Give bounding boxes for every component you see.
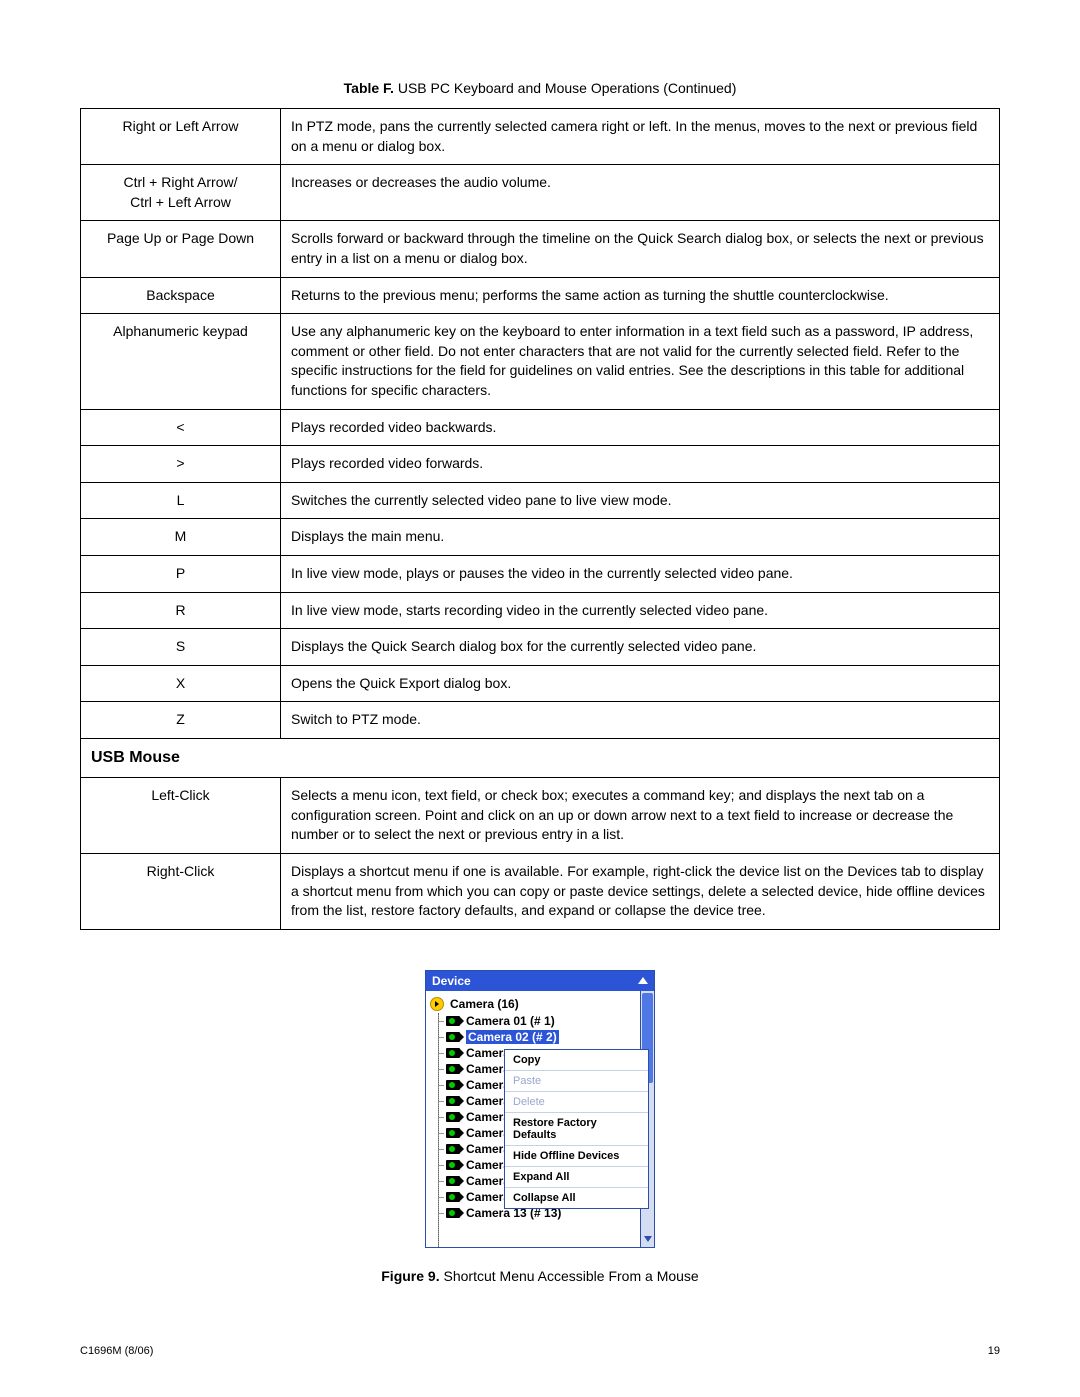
footer-page-number: 19 [988, 1345, 1000, 1357]
operations-table: Right or Left ArrowIn PTZ mode, pans the… [80, 108, 1000, 930]
context-menu: CopyPasteDeleteRestore Factory DefaultsH… [504, 1049, 649, 1209]
table-row: Right-ClickDisplays a shortcut menu if o… [81, 854, 1000, 930]
key-cell: M [81, 519, 281, 556]
table-row: RIn live view mode, starts recording vid… [81, 592, 1000, 629]
key-cell: Right or Left Arrow [81, 109, 281, 165]
context-menu-item[interactable]: Hide Offline Devices [505, 1146, 648, 1167]
table-row: XOpens the Quick Export dialog box. [81, 665, 1000, 702]
desc-cell: Plays recorded video forwards. [281, 446, 1000, 483]
context-menu-item[interactable]: Expand All [505, 1167, 648, 1188]
table-row: Alphanumeric keypadUse any alphanumeric … [81, 314, 1000, 409]
key-cell: Z [81, 702, 281, 739]
device-tree: Camera (16) Camera 01 (# 1) Camera 02 (# … [426, 991, 654, 1247]
context-menu-item: Delete [505, 1092, 648, 1113]
usb-mouse-header: USB Mouse [81, 738, 1000, 777]
camera-icon [446, 1048, 460, 1058]
tree-root-label: Camera (16) [450, 997, 519, 1011]
context-menu-item[interactable]: Copy [505, 1050, 648, 1071]
desc-cell: Returns to the previous menu; performs t… [281, 277, 1000, 314]
document-footer: C1696M (8/06) 19 [80, 1345, 1000, 1357]
key-cell: Alphanumeric keypad [81, 314, 281, 409]
device-panel: Device Camera (16) Camera 01 (# 1)Camera… [425, 970, 655, 1248]
figure-caption-text: Shortcut Menu Accessible From a Mouse [444, 1268, 699, 1284]
camera-icon [446, 1144, 460, 1154]
footer-doc-id: C1696M (8/06) [80, 1345, 153, 1357]
figure-caption: Figure 9. Shortcut Menu Accessible From … [80, 1268, 1000, 1284]
camera-icon [446, 1080, 460, 1090]
key-cell: Right-Click [81, 854, 281, 930]
table-row: MDisplays the main menu. [81, 519, 1000, 556]
context-menu-item: Paste [505, 1071, 648, 1092]
desc-cell: In live view mode, starts recording vide… [281, 592, 1000, 629]
desc-cell: Scrolls forward or backward through the … [281, 221, 1000, 277]
table-row: Ctrl + Right Arrow/ Ctrl + Left ArrowInc… [81, 165, 1000, 221]
key-cell: < [81, 409, 281, 446]
camera-icon [446, 1176, 460, 1186]
camera-icon [446, 1064, 460, 1074]
device-panel-header: Device [426, 971, 654, 991]
camera-group-icon [430, 997, 444, 1011]
table-row: <Plays recorded video backwards. [81, 409, 1000, 446]
key-cell: > [81, 446, 281, 483]
table-row: BackspaceReturns to the previous menu; p… [81, 277, 1000, 314]
desc-cell: Switches the currently selected video pa… [281, 482, 1000, 519]
key-cell: X [81, 665, 281, 702]
tree-item[interactable]: Camera 01 (# 1) [430, 1013, 650, 1029]
device-panel-title: Device [432, 974, 471, 988]
desc-cell: Plays recorded video backwards. [281, 409, 1000, 446]
desc-cell: In live view mode, plays or pauses the v… [281, 555, 1000, 592]
table-row: >Plays recorded video forwards. [81, 446, 1000, 483]
key-cell: P [81, 555, 281, 592]
camera-icon [446, 1208, 460, 1218]
desc-cell: Increases or decreases the audio volume. [281, 165, 1000, 221]
table-row: SDisplays the Quick Search dialog box fo… [81, 629, 1000, 666]
camera-icon [446, 1128, 460, 1138]
table-caption-label: Table F. [344, 80, 394, 96]
tree-root[interactable]: Camera (16) [430, 995, 650, 1013]
camera-icon [446, 1032, 460, 1042]
desc-cell: Selects a menu icon, text field, or chec… [281, 778, 1000, 854]
desc-cell: In PTZ mode, pans the currently selected… [281, 109, 1000, 165]
key-cell: Ctrl + Right Arrow/ Ctrl + Left Arrow [81, 165, 281, 221]
key-cell: Backspace [81, 277, 281, 314]
key-cell: S [81, 629, 281, 666]
camera-icon [446, 1016, 460, 1026]
scroll-up-icon[interactable] [638, 977, 648, 984]
table-row: LSwitches the currently selected video p… [81, 482, 1000, 519]
table-row: Page Up or Page DownScrolls forward or b… [81, 221, 1000, 277]
table-row: Left-ClickSelects a menu icon, text fiel… [81, 778, 1000, 854]
key-cell: Left-Click [81, 778, 281, 854]
tree-item[interactable]: Camera 02 (# 2) [430, 1029, 650, 1045]
table-caption-text: USB PC Keyboard and Mouse Operations (Co… [398, 80, 737, 96]
table-caption: Table F. USB PC Keyboard and Mouse Opera… [80, 80, 1000, 96]
tree-item-label: Camera 02 (# 2) [466, 1030, 559, 1044]
desc-cell: Displays a shortcut menu if one is avail… [281, 854, 1000, 930]
tree-item-label: Camera 01 (# 1) [466, 1014, 555, 1028]
key-cell: L [81, 482, 281, 519]
desc-cell: Displays the main menu. [281, 519, 1000, 556]
desc-cell: Displays the Quick Search dialog box for… [281, 629, 1000, 666]
figure-caption-label: Figure 9. [381, 1268, 439, 1284]
table-row: ZSwitch to PTZ mode. [81, 702, 1000, 739]
camera-icon [446, 1096, 460, 1106]
camera-icon [446, 1192, 460, 1202]
desc-cell: Switch to PTZ mode. [281, 702, 1000, 739]
camera-icon [446, 1112, 460, 1122]
table-row: PIn live view mode, plays or pauses the … [81, 555, 1000, 592]
context-menu-item[interactable]: Restore Factory Defaults [505, 1113, 648, 1146]
key-cell: Page Up or Page Down [81, 221, 281, 277]
context-menu-item[interactable]: Collapse All [505, 1188, 648, 1208]
desc-cell: Use any alphanumeric key on the keyboard… [281, 314, 1000, 409]
camera-icon [446, 1160, 460, 1170]
scroll-down-icon[interactable] [641, 1231, 654, 1245]
desc-cell: Opens the Quick Export dialog box. [281, 665, 1000, 702]
figure-container: Device Camera (16) Camera 01 (# 1)Camera… [80, 970, 1000, 1284]
key-cell: R [81, 592, 281, 629]
table-row: Right or Left ArrowIn PTZ mode, pans the… [81, 109, 1000, 165]
